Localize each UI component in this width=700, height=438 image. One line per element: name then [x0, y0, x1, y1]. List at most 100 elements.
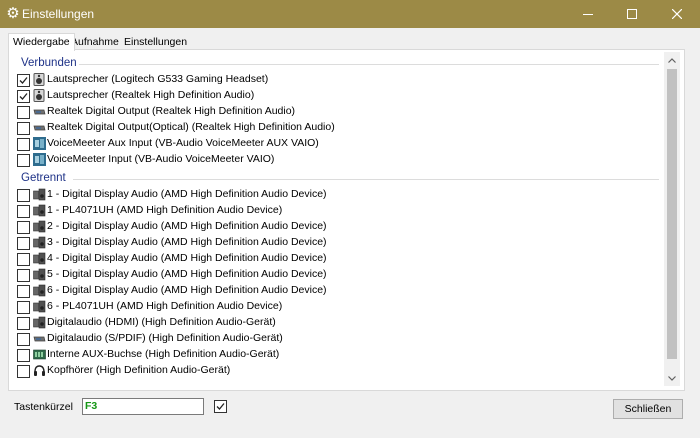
group-header-connected: Verbunden [21, 57, 77, 69]
device-row[interactable]: 2 - Digital Display Audio (AMD High Defi… [17, 219, 657, 235]
scroll-up-button[interactable] [664, 52, 680, 68]
device-row[interactable]: Interne AUX-Buchse (High Definition Audi… [17, 347, 657, 363]
device-checkbox[interactable] [17, 189, 30, 202]
device-row[interactable]: Realtek Digital Output(Optical) (Realtek… [17, 120, 657, 136]
group-divider [79, 64, 659, 65]
display-speaker-icon [33, 188, 46, 201]
checkmark-icon [19, 93, 28, 100]
device-label: Lautsprecher (Logitech G533 Gaming Heads… [47, 73, 269, 85]
speaker-icon [33, 89, 46, 102]
maximize-icon [627, 9, 637, 19]
display-speaker-icon [33, 220, 46, 233]
scroll-down-button[interactable] [664, 370, 680, 386]
display-speaker-icon [33, 300, 46, 313]
digital-output-icon [33, 105, 46, 118]
device-label: 1 - PL4071UH (AMD High Definition Audio … [47, 204, 283, 216]
device-checkbox[interactable] [17, 154, 30, 167]
device-row[interactable]: VoiceMeeter Aux Input (VB-Audio VoiceMee… [17, 136, 657, 152]
device-label: 1 - Digital Display Audio (AMD High Defi… [47, 188, 327, 200]
device-label: VoiceMeeter Aux Input (VB-Audio VoiceMee… [47, 137, 319, 149]
headphones-icon [33, 364, 46, 377]
device-label: Lautsprecher (Realtek High Definition Au… [47, 89, 255, 101]
minimize-button[interactable] [566, 0, 610, 28]
tab-panel: Verbunden Lautsprecher (Logitech G533 Ga… [8, 49, 685, 391]
display-speaker-icon [33, 204, 46, 217]
device-row[interactable]: 6 - PL4071UH (AMD High Definition Audio … [17, 299, 657, 315]
aux-jack-icon [33, 348, 46, 361]
voicemeeter-icon [33, 137, 46, 150]
shortcut-value: F3 [85, 400, 98, 412]
title-bar: ⚙ Einstellungen [0, 0, 700, 28]
device-row[interactable]: Digitalaudio (S/PDIF) (High Definition A… [17, 331, 657, 347]
device-label: 2 - Digital Display Audio (AMD High Defi… [47, 220, 327, 232]
device-checkbox[interactable] [17, 221, 30, 234]
device-list: Verbunden Lautsprecher (Logitech G533 Ga… [11, 52, 662, 385]
device-label: 6 - Digital Display Audio (AMD High Defi… [47, 284, 327, 296]
digital-output-icon [33, 121, 46, 134]
digital-output-icon [33, 332, 46, 345]
display-speaker-icon [33, 252, 46, 265]
device-checkbox[interactable] [17, 122, 30, 135]
device-row[interactable]: 1 - PL4071UH (AMD High Definition Audio … [17, 203, 657, 219]
device-row[interactable]: Lautsprecher (Logitech G533 Gaming Heads… [17, 72, 657, 88]
device-label: 3 - Digital Display Audio (AMD High Defi… [47, 236, 327, 248]
group-divider [73, 179, 659, 180]
checkmark-icon [216, 403, 225, 410]
shortcut-label: Tastenkürzel [14, 401, 73, 413]
device-label: Realtek Digital Output(Optical) (Realtek… [47, 121, 335, 133]
device-checkbox[interactable] [17, 237, 30, 250]
tab-aufnahme[interactable]: Aufnahme [68, 35, 122, 50]
device-label: Realtek Digital Output (Realtek High Def… [47, 105, 296, 117]
shortcut-input[interactable]: F3 [82, 398, 204, 415]
close-button[interactable]: Schließen [613, 399, 683, 419]
device-row[interactable]: Realtek Digital Output (Realtek High Def… [17, 104, 657, 120]
close-window-button[interactable] [655, 0, 699, 28]
device-checkbox[interactable] [17, 317, 30, 330]
device-label: Interne AUX-Buchse (High Definition Audi… [47, 348, 280, 360]
maximize-button[interactable] [610, 0, 654, 28]
chevron-up-icon [668, 57, 676, 63]
device-row[interactable]: Lautsprecher (Realtek High Definition Au… [17, 88, 657, 104]
scroll-thumb[interactable] [667, 69, 677, 359]
minimize-icon [583, 14, 593, 15]
device-row[interactable]: VoiceMeeter Input (VB-Audio VoiceMeeter … [17, 152, 657, 168]
device-row[interactable]: Kopfhörer (High Definition Audio-Gerät) [17, 363, 657, 379]
device-checkbox[interactable] [17, 90, 30, 103]
device-checkbox[interactable] [17, 285, 30, 298]
vertical-scrollbar[interactable] [664, 52, 680, 386]
device-row[interactable]: 1 - Digital Display Audio (AMD High Defi… [17, 187, 657, 203]
device-label: Kopfhörer (High Definition Audio-Gerät) [47, 364, 231, 376]
device-label: 6 - PL4071UH (AMD High Definition Audio … [47, 300, 283, 312]
device-checkbox[interactable] [17, 74, 30, 87]
device-checkbox[interactable] [17, 269, 30, 282]
device-checkbox[interactable] [17, 365, 30, 378]
shortcut-enabled-checkbox[interactable] [214, 400, 227, 413]
device-checkbox[interactable] [17, 333, 30, 346]
device-checkbox[interactable] [17, 301, 30, 314]
device-row[interactable]: 3 - Digital Display Audio (AMD High Defi… [17, 235, 657, 251]
device-checkbox[interactable] [17, 106, 30, 119]
gear-icon: ⚙ [6, 5, 20, 22]
device-label: VoiceMeeter Input (VB-Audio VoiceMeeter … [47, 153, 275, 165]
device-label: Digitalaudio (S/PDIF) (High Definition A… [47, 332, 283, 344]
device-row[interactable]: 5 - Digital Display Audio (AMD High Defi… [17, 267, 657, 283]
chevron-down-icon [668, 375, 676, 381]
device-label: Digitalaudio (HDMI) (High Definition Aud… [47, 316, 276, 328]
tab-wiedergabe[interactable]: Wiedergabe [8, 33, 75, 51]
window-title: Einstellungen [22, 7, 95, 21]
checkmark-icon [19, 77, 28, 84]
device-checkbox[interactable] [17, 349, 30, 362]
display-speaker-icon [33, 284, 46, 297]
device-checkbox[interactable] [17, 138, 30, 151]
device-checkbox[interactable] [17, 205, 30, 218]
voicemeeter-icon [33, 153, 46, 166]
speaker-icon [33, 73, 46, 86]
device-checkbox[interactable] [17, 253, 30, 266]
device-row[interactable]: 6 - Digital Display Audio (AMD High Defi… [17, 283, 657, 299]
display-speaker-icon [33, 236, 46, 249]
close-icon [672, 9, 682, 19]
device-row[interactable]: 4 - Digital Display Audio (AMD High Defi… [17, 251, 657, 267]
display-speaker-icon [33, 268, 46, 281]
tab-einstellungen[interactable]: Einstellungen [121, 35, 190, 50]
device-row[interactable]: Digitalaudio (HDMI) (High Definition Aud… [17, 315, 657, 331]
